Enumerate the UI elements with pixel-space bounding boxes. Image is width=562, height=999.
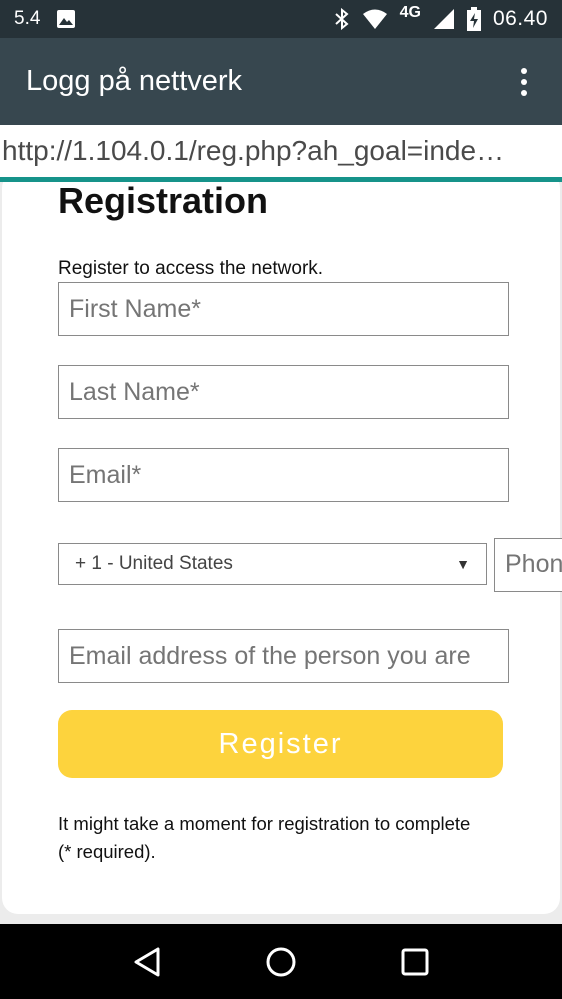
sponsor-email-input[interactable]	[58, 629, 509, 683]
home-icon[interactable]	[261, 942, 301, 982]
first-name-input[interactable]	[58, 282, 509, 336]
more-vert-icon[interactable]	[512, 62, 536, 102]
network-type-label: 4G	[399, 4, 421, 21]
app-bar: Logg på nettverk	[0, 38, 562, 125]
registration-note: It might take a moment for registration …	[58, 813, 471, 862]
signal-icon	[433, 8, 455, 30]
register-button[interactable]: Register	[58, 710, 503, 778]
web-content: Registration Register to access the netw…	[0, 182, 562, 924]
back-icon[interactable]	[127, 942, 167, 982]
status-bar: 5.4 4G 06.40	[0, 0, 562, 38]
dropdown-caret-icon: ▼	[456, 556, 470, 572]
phone-input[interactable]: Phon	[494, 538, 562, 592]
form-subtitle: Register to access the network.	[58, 258, 324, 279]
status-left-text: 5.4	[14, 8, 41, 29]
app-title: Logg på nettverk	[26, 65, 243, 97]
country-code-select[interactable]: + 1 - United States ▼	[58, 543, 487, 585]
page-title: Registration	[58, 182, 269, 221]
bluetooth-icon	[334, 8, 350, 30]
url-bar: http://1.104.0.1/reg.php?ah_goal=inde…	[0, 125, 562, 177]
wifi-icon	[362, 8, 388, 30]
registration-card: Registration Register to access the netw…	[2, 182, 562, 914]
image-notification-icon	[56, 9, 76, 29]
battery-charging-icon	[466, 7, 481, 31]
last-name-input[interactable]	[58, 365, 509, 419]
country-code-value: + 1 - United States	[75, 553, 233, 574]
email-input[interactable]	[58, 448, 509, 502]
recents-icon[interactable]	[395, 942, 435, 982]
status-time: 06.40	[492, 7, 548, 30]
system-nav-bar	[0, 924, 562, 999]
